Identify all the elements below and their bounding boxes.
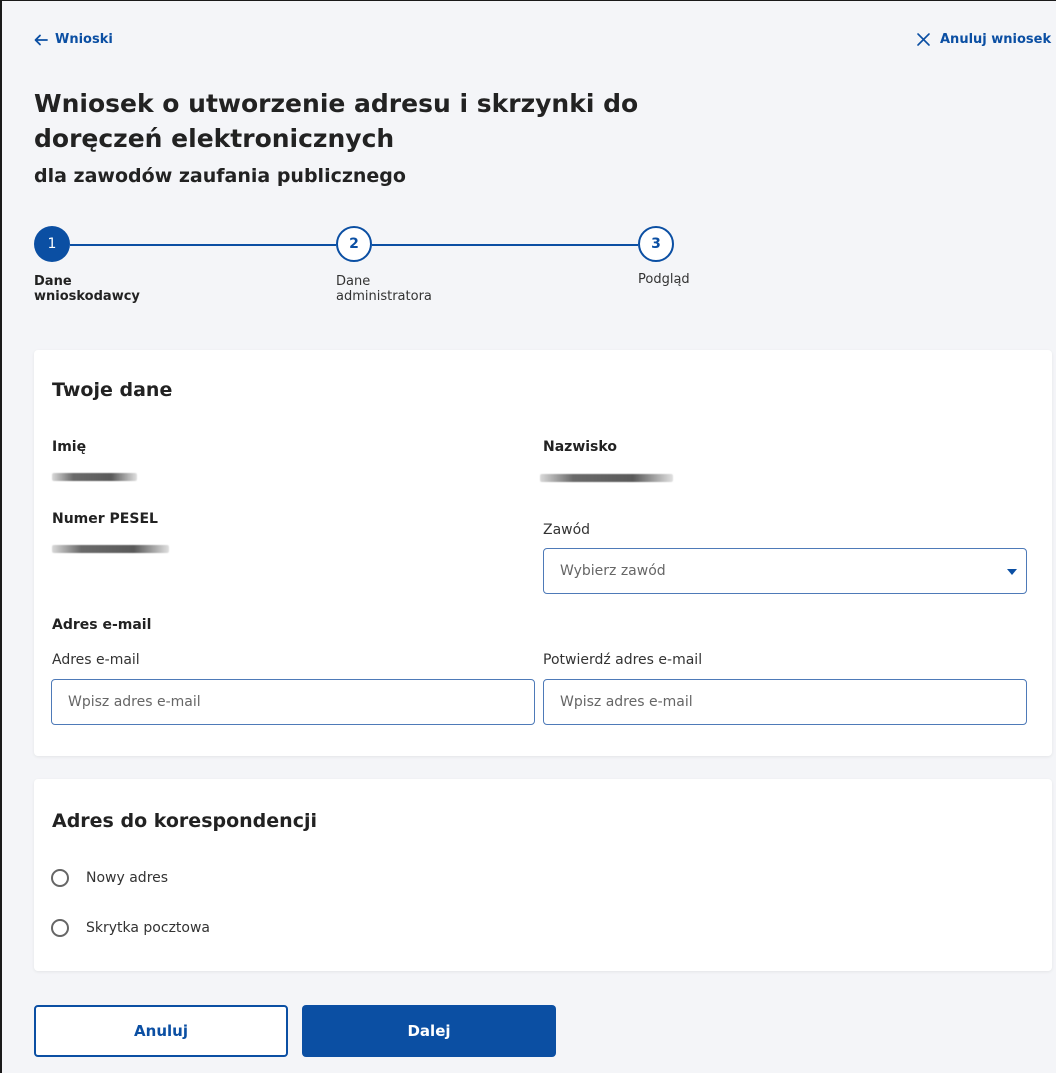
last-name-label: Nazwisko xyxy=(543,439,617,455)
cancel-application-label: Anuluj wniosek xyxy=(940,32,1052,47)
window-border-left xyxy=(0,0,2,1073)
correspondence-title: Adres do korespondencji xyxy=(52,810,317,832)
next-button[interactable]: Dalej xyxy=(302,1005,556,1057)
step-1-label: Dane wnioskodawcy xyxy=(34,274,140,304)
radio-button[interactable] xyxy=(51,919,69,937)
cancel-button[interactable]: Anuluj xyxy=(34,1005,288,1057)
correspondence-card: Adres do korespondencji Nowy adres Skryt… xyxy=(34,779,1052,971)
stepper-connector xyxy=(70,244,336,246)
radio-option-label: Skrytka pocztowa xyxy=(86,920,210,936)
progress-stepper: 1 2 3 Dane wnioskodawcy Dane administrat… xyxy=(34,226,734,316)
step-2-label: Dane administratora xyxy=(336,274,432,304)
close-icon xyxy=(917,33,930,46)
caret-down-icon xyxy=(1007,569,1017,575)
profession-label: Zawód xyxy=(543,522,591,538)
cancel-application-link[interactable]: Anuluj wniosek xyxy=(916,32,1051,47)
pesel-value-redacted xyxy=(52,545,169,553)
profession-select[interactable]: Wybierz zawód xyxy=(543,548,1027,594)
email-input[interactable]: Wpisz adres e-mail xyxy=(51,679,535,725)
confirm-email-input[interactable]: Wpisz adres e-mail xyxy=(543,679,1027,725)
window-border-top xyxy=(0,0,1056,1)
step-3-label: Podgląd xyxy=(638,272,690,287)
page-title: Wniosek o utworzenie adresu i skrzynki d… xyxy=(34,89,639,153)
last-name-value-redacted xyxy=(540,474,673,482)
page-subtitle: dla zawodów zaufania publicznego xyxy=(34,165,406,187)
stepper-connector xyxy=(372,244,638,246)
radio-button[interactable] xyxy=(51,869,69,887)
email-label: Adres e-mail xyxy=(52,652,140,668)
radio-option-new-address[interactable]: Nowy adres xyxy=(51,869,168,887)
confirm-email-input-placeholder: Wpisz adres e-mail xyxy=(560,694,693,710)
back-link[interactable]: Wnioski xyxy=(34,32,113,47)
step-3-indicator: 3 xyxy=(638,226,674,262)
pesel-label: Numer PESEL xyxy=(52,511,158,527)
email-input-placeholder: Wpisz adres e-mail xyxy=(68,694,201,710)
radio-option-label: Nowy adres xyxy=(86,870,169,886)
personal-data-card: Twoje dane Imię Nazwisko Numer PESEL Zaw… xyxy=(34,350,1052,756)
email-section-title: Adres e-mail xyxy=(52,617,152,633)
step-1-indicator: 1 xyxy=(34,226,70,262)
confirm-email-label: Potwierdź adres e-mail xyxy=(543,652,703,668)
profession-select-placeholder: Wybierz zawód xyxy=(560,563,666,579)
back-link-label: Wnioski xyxy=(55,32,113,47)
arrow-left-icon xyxy=(34,34,48,45)
first-name-value-redacted xyxy=(52,473,137,481)
first-name-label: Imię xyxy=(52,439,87,455)
step-2-indicator: 2 xyxy=(336,226,372,262)
personal-data-title: Twoje dane xyxy=(52,379,173,401)
radio-option-po-box[interactable]: Skrytka pocztowa xyxy=(51,919,210,937)
